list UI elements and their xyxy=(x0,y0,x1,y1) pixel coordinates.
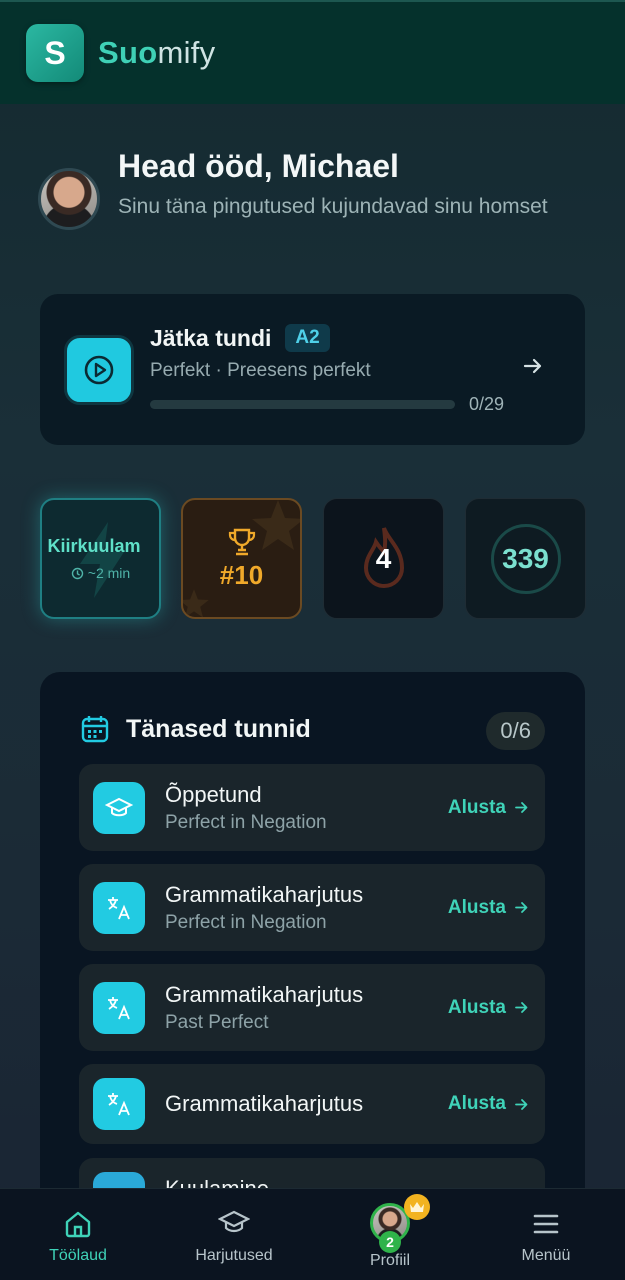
app-name-suffix: mify xyxy=(157,35,216,70)
profile-level-badge: 2 xyxy=(379,1231,401,1253)
streak-value: 4 xyxy=(375,542,392,574)
lesson-row[interactable]: Grammatikaharjutus Past Perfect Alusta xyxy=(79,964,545,1051)
graduation-cap-icon xyxy=(218,1210,250,1233)
arrow-right-icon xyxy=(515,1002,528,1013)
xp-progress-ring: 339 xyxy=(490,523,561,594)
nav-profile-label: Profiil xyxy=(369,1252,410,1269)
app-logo[interactable]: S xyxy=(26,24,84,82)
rank-value: #10 xyxy=(219,560,264,590)
nav-exercises[interactable]: Harjutused xyxy=(156,1189,312,1280)
greeting-section: Head ööd, Michael Sinu täna pingutused k… xyxy=(38,148,598,230)
quick-listening-tile[interactable]: Kiirkuulam ~2 min xyxy=(40,498,161,619)
start-button[interactable]: Alusta xyxy=(448,797,529,819)
lessons-count-badge: 0/6 xyxy=(486,712,545,750)
lesson-row[interactable]: Õppetund Perfect in Negation Alusta xyxy=(79,764,545,851)
play-icon xyxy=(84,355,114,384)
greeting-title: Head ööd, Michael xyxy=(118,148,399,184)
start-button-label: Alusta xyxy=(447,796,506,818)
lesson-row[interactable]: Grammatikaharjutus Perfect in Negation A… xyxy=(79,864,545,951)
continue-lesson-subtitle: Perfekt · Preesens perfekt xyxy=(150,360,371,381)
logo-letter: S xyxy=(44,34,66,71)
lesson-row-title: Õppetund xyxy=(165,781,262,807)
hamburger-menu-icon xyxy=(533,1214,559,1234)
app-name-prefix: Suo xyxy=(98,35,158,70)
lesson-row-subtitle: Past Perfect xyxy=(165,1011,269,1033)
leaderboard-rank-tile[interactable]: #10 xyxy=(181,498,302,619)
start-button[interactable]: Alusta xyxy=(448,1093,529,1115)
user-avatar[interactable] xyxy=(38,168,100,230)
level-badge: A2 xyxy=(285,324,330,352)
lesson-row[interactable]: Grammatikaharjutus Alusta xyxy=(79,1064,545,1144)
continue-lesson-card[interactable]: Jätka tundi A2 Perfekt · Preesens perfek… xyxy=(40,294,585,445)
calendar-icon xyxy=(81,716,109,743)
todays-lessons-panel: Tänased tunnid 0/6 Õppetund Perfect in N… xyxy=(40,672,585,1232)
nav-home-label: Töölaud xyxy=(49,1247,107,1264)
greeting-subtitle: Sinu täna pingutused kujundavad sinu hom… xyxy=(118,195,548,218)
start-button-label: Alusta xyxy=(447,896,506,918)
clock-icon xyxy=(71,567,83,579)
translate-icon xyxy=(93,981,145,1034)
quick-listening-duration: ~2 min xyxy=(87,565,131,581)
lesson-row-title: Grammatikaharjutus xyxy=(165,1091,364,1116)
lesson-progress-bar xyxy=(150,400,455,409)
lesson-row-subtitle: Perfect in Negation xyxy=(165,911,327,933)
todays-lessons-title: Tänased tunnid xyxy=(126,714,311,743)
graduation-cap-icon xyxy=(93,781,145,834)
start-button[interactable]: Alusta xyxy=(448,997,529,1019)
bottom-navigation: Töölaud Harjutused 2 Profiil Menüü xyxy=(0,1188,625,1280)
start-button[interactable]: Alusta xyxy=(448,897,529,919)
lesson-row-title: Grammatikaharjutus xyxy=(165,981,364,1007)
lightning-icon xyxy=(80,522,124,598)
arrow-right-icon xyxy=(515,802,528,813)
arrow-right-icon xyxy=(515,1098,528,1110)
lesson-row-subtitle: Perfect in Negation xyxy=(165,811,327,833)
lesson-row-title: Grammatikaharjutus xyxy=(165,881,364,907)
play-button[interactable] xyxy=(64,334,134,405)
home-icon xyxy=(65,1211,91,1238)
star-decor-icon xyxy=(183,589,209,617)
lesson-progress-count: 0/29 xyxy=(469,394,505,414)
nav-menu[interactable]: Menüü xyxy=(468,1189,624,1280)
quick-listening-time: ~2 min xyxy=(71,565,130,581)
arrow-right-icon[interactable] xyxy=(522,355,544,384)
arrow-right-icon xyxy=(515,902,528,913)
translate-icon xyxy=(93,1078,145,1130)
continue-lesson-title: Jätka tundi xyxy=(150,324,272,351)
crown-icon xyxy=(404,1194,430,1220)
quick-listening-label: Kiirkuulam xyxy=(47,536,141,556)
nav-menu-label: Menüü xyxy=(521,1247,571,1264)
streak-tile[interactable]: 4 xyxy=(323,498,444,619)
trophy-icon xyxy=(228,528,255,556)
start-button-label: Alusta xyxy=(447,1093,506,1114)
app-header: S Suomify xyxy=(0,0,625,104)
xp-tile[interactable]: 339 xyxy=(465,498,586,619)
xp-value: 339 xyxy=(502,542,549,574)
app-name: Suomify xyxy=(98,35,215,71)
nav-exercises-label: Harjutused xyxy=(195,1247,273,1264)
start-button-label: Alusta xyxy=(447,996,506,1018)
translate-icon xyxy=(93,881,145,934)
nav-home[interactable]: Töölaud xyxy=(0,1189,156,1280)
nav-profile[interactable]: 2 Profiil xyxy=(312,1189,468,1280)
